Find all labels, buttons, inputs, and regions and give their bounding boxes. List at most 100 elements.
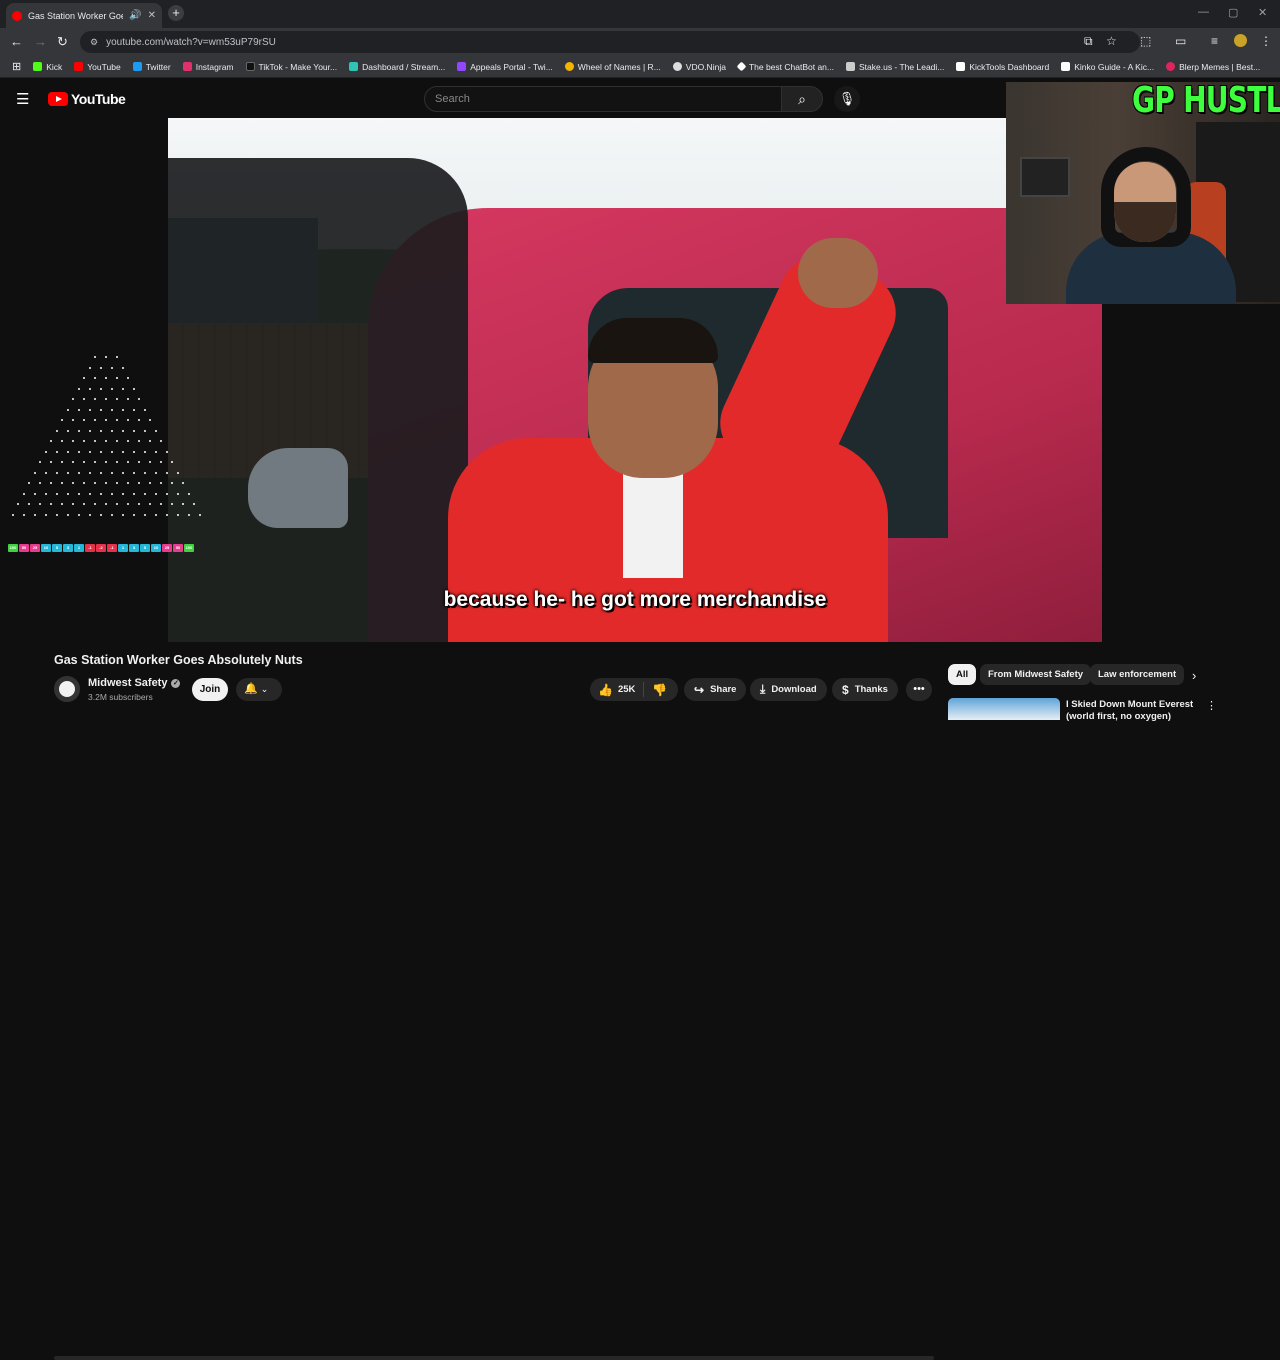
bookmark-twitter[interactable]: Twitter	[127, 62, 177, 72]
plinko-peg	[132, 387, 135, 390]
chip-all[interactable]: All	[948, 664, 977, 685]
bookmark-kick[interactable]: Kick	[27, 62, 68, 72]
plinko-peg	[116, 398, 118, 400]
video-player[interactable]: because he- he got more merchandise	[168, 118, 1102, 642]
voice-search-button[interactable]: 🎙	[834, 86, 860, 112]
chevron-down-icon: ⌄	[260, 684, 269, 694]
grid-icon	[956, 62, 966, 71]
chevron-right-icon[interactable]: ›	[1192, 668, 1196, 683]
close-window-button[interactable]: ✕	[1258, 6, 1267, 19]
maximize-button[interactable]: ▢	[1228, 6, 1238, 19]
plinko-peg	[55, 450, 58, 453]
channel-avatar[interactable]	[54, 676, 80, 702]
tab-active[interactable]: Gas Station Worker Goes Ab 🔊 ✕	[6, 3, 162, 28]
plinko-slot: 25	[162, 544, 172, 552]
bookmark-kicktools[interactable]: KickTools Dashboard	[950, 62, 1055, 72]
plinko-peg	[72, 482, 74, 484]
plinko-peg	[44, 492, 47, 495]
plinko-peg	[88, 429, 91, 432]
bookmark-instagram[interactable]: Instagram	[177, 62, 240, 72]
plinko-peg	[149, 482, 151, 484]
like-count: 25K	[617, 684, 636, 695]
bookmark-appeals[interactable]: Appeals Portal - Twi...	[451, 62, 559, 72]
plinko-peg	[77, 387, 80, 390]
reload-icon[interactable]: ↻	[57, 34, 68, 50]
tab-close-icon[interactable]: ✕	[148, 10, 156, 21]
chip-law-enforcement[interactable]: Law enforcement	[1090, 664, 1185, 685]
forward-icon[interactable]: →	[34, 34, 47, 49]
bookmark-label: KickTools Dashboard	[969, 61, 1050, 72]
plinko-peg	[165, 450, 168, 453]
bookmark-label: Wheel of Names | R...	[577, 61, 661, 72]
download-icon: ⤓	[760, 682, 766, 696]
chrome-menu-icon[interactable]: ⋮	[1260, 34, 1272, 48]
recommended-thumbnail[interactable]	[948, 698, 1060, 720]
search-button[interactable]: ⌕	[781, 86, 823, 112]
more-actions-button[interactable]: •••	[906, 678, 932, 701]
horizontal-scrollbar[interactable]	[54, 1356, 934, 1360]
plinko-slot: -1	[85, 544, 95, 552]
plinko-peg	[176, 492, 179, 495]
speaker-icon[interactable]: 🔊	[129, 10, 141, 21]
media-control-icon[interactable]: ≡	[1211, 34, 1218, 48]
plinko-peg	[88, 408, 91, 411]
install-app-icon[interactable]: ⧉	[1084, 34, 1093, 49]
extensions-icon[interactable]: ⬚	[1140, 34, 1151, 48]
plinko-peg	[66, 450, 69, 453]
bookmark-tiktok[interactable]: TikTok - Make Your...	[240, 62, 344, 72]
apps-grid-icon[interactable]: ⊞	[6, 60, 27, 73]
youtube-logo[interactable]: YouTube	[48, 91, 126, 107]
plinko-peg	[99, 387, 102, 390]
plinko-peg	[88, 387, 91, 390]
share-label: Share	[710, 684, 737, 695]
share-button[interactable]: ↪ Share	[684, 678, 747, 701]
site-info-icon[interactable]: ⚙	[90, 37, 98, 48]
plinko-peg	[77, 513, 80, 516]
plinko-slot: 100	[8, 544, 18, 552]
like-button[interactable]: 👍 25K	[590, 682, 645, 697]
plinko-slot: 3	[129, 544, 139, 552]
plinko-peg	[121, 471, 124, 474]
back-icon[interactable]: ←	[10, 34, 23, 49]
plinko-peg	[77, 408, 80, 411]
bookmark-label: YouTube	[87, 61, 121, 72]
new-tab-button[interactable]: +	[168, 5, 184, 21]
plinko-peg	[83, 461, 85, 463]
plinko-peg	[110, 471, 113, 474]
hamburger-menu-icon[interactable]: ☰	[16, 90, 29, 108]
recommended-more-icon[interactable]: ⋮	[1206, 699, 1217, 712]
download-label: Download	[771, 684, 817, 695]
recommended-title[interactable]: I Skied Down Mount Everest (world first,…	[1066, 699, 1206, 723]
notification-bell-button[interactable]: 🔔 ⌄	[236, 678, 282, 701]
plinko-peg	[99, 429, 102, 432]
plinko-peg	[160, 461, 162, 463]
minimize-button[interactable]: —	[1198, 6, 1209, 18]
plinko-slot: 3	[63, 544, 73, 552]
video-metadata: Gas Station Worker Goes Absolutely Nuts …	[0, 642, 1280, 1360]
profile-avatar[interactable]	[1234, 34, 1247, 47]
bookmark-dashboard[interactable]: Dashboard / Stream...	[343, 62, 451, 72]
search-input[interactable]: Search	[424, 86, 782, 112]
dislike-button[interactable]: 👎	[644, 683, 675, 697]
bookmark-star-icon[interactable]: ☆	[1106, 34, 1117, 48]
plinko-peg	[121, 408, 124, 411]
cast-icon[interactable]: ▭	[1175, 34, 1186, 48]
address-bar[interactable]: ⚙ youtube.com/watch?v=wm53uP79rSU	[80, 31, 1140, 53]
bookmark-stake[interactable]: Stake.us - The Leadi...	[840, 62, 950, 72]
bookmark-blerp[interactable]: Blerp Memes | Best...	[1160, 62, 1266, 72]
bookmark-youtube[interactable]: YouTube	[68, 62, 126, 72]
bookmark-kinko[interactable]: Kinko Guide - A Kic...	[1055, 62, 1160, 72]
channel-name-link[interactable]: Midwest Safety ✓	[88, 677, 181, 689]
bookmark-chatbot[interactable]: The best ChatBot an...	[732, 62, 840, 72]
plinko-peg	[110, 492, 113, 495]
bookmark-wheel[interactable]: Wheel of Names | R...	[559, 62, 667, 72]
plinko-peg	[127, 461, 129, 463]
webcam-title: GP HUSTLA	[1132, 80, 1280, 121]
plinko-slot: -2	[96, 544, 106, 552]
thanks-button[interactable]: $ Thanks	[832, 678, 898, 701]
bookmark-vdo[interactable]: VDO.Ninja	[667, 62, 732, 72]
chip-from-channel[interactable]: From Midwest Safety	[980, 664, 1092, 685]
plinko-peg	[154, 471, 157, 474]
join-button[interactable]: Join	[192, 678, 228, 701]
download-button[interactable]: ⤓ Download	[750, 678, 827, 701]
